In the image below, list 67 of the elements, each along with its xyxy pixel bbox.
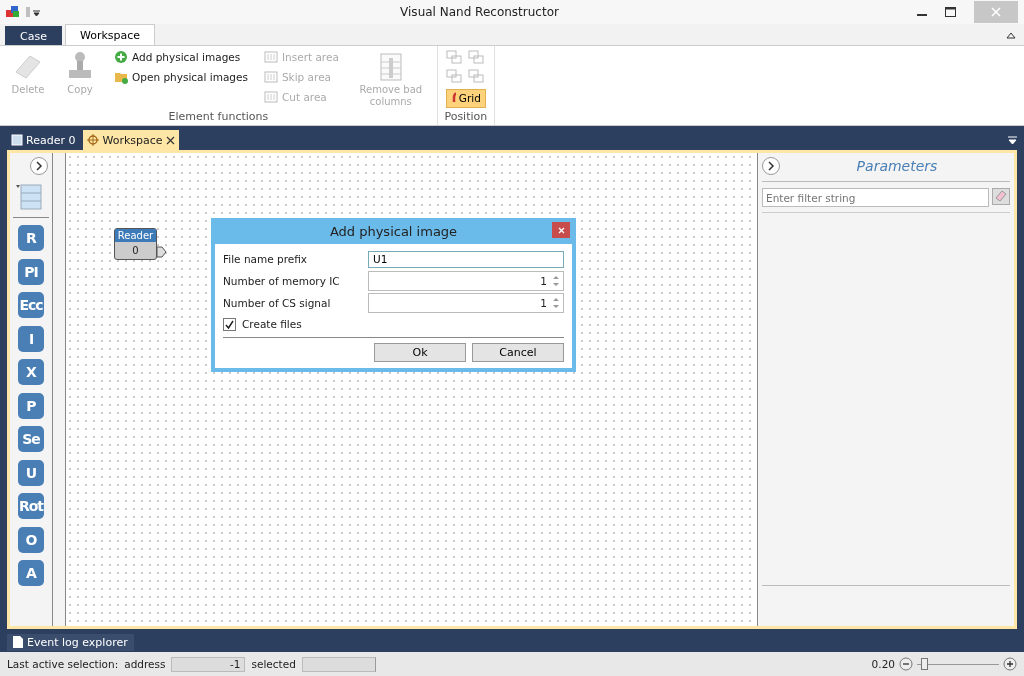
address-field: -1 [171, 656, 246, 672]
zoom-out-icon[interactable] [899, 657, 913, 671]
close-icon[interactable] [165, 135, 175, 145]
group-label: Position [443, 110, 489, 125]
folder-icon [114, 70, 128, 84]
quick-access-menu-icon[interactable] [26, 6, 42, 18]
window-title: Visual Nand Reconstructor [399, 5, 560, 19]
status-label: Last active selection: [7, 658, 119, 670]
element-button[interactable]: Rot [18, 493, 44, 519]
close-button[interactable] [552, 222, 570, 238]
eraser-icon [994, 189, 1008, 201]
collapse-ribbon-icon[interactable] [1006, 31, 1016, 39]
workspace-canvas[interactable]: Reader 0 Add physical image File name prefix U1 Number of memory IC 1 Number of CS signal 1 Create files Ok Cancel [65, 153, 757, 626]
list-view-icon[interactable] [13, 182, 49, 218]
number-field[interactable]: 1 [368, 293, 564, 313]
element-button[interactable]: I [18, 325, 44, 352]
ribbon-tab[interactable]: Case [5, 26, 62, 45]
filter-field[interactable]: Enter filter string [762, 188, 989, 207]
element-button[interactable]: R [18, 225, 44, 251]
expand-icon[interactable] [30, 157, 48, 175]
ribbon-button[interactable]: Add physical images [112, 48, 250, 66]
grid-toggle-button[interactable]: Grid [445, 88, 486, 108]
dialog-button[interactable]: Cancel [472, 343, 564, 362]
element-button[interactable]: P [18, 392, 44, 419]
document-tab[interactable]: Reader 0 [7, 130, 80, 150]
element-button[interactable]: A [18, 560, 44, 586]
bottom-tab[interactable]: Event log explorer [7, 633, 134, 651]
area-icon [263, 70, 278, 84]
element-button[interactable]: Se [18, 426, 44, 452]
group-label: Element functions [167, 110, 270, 125]
dialog-button[interactable]: Ok [374, 343, 466, 362]
element-button[interactable]: PI [18, 258, 44, 285]
text-field[interactable]: U1 [368, 250, 564, 268]
app-logo-icon [6, 6, 20, 18]
node-title: Reader [115, 229, 156, 242]
maximize-icon[interactable] [945, 7, 956, 17]
close-icon [991, 7, 1001, 17]
area-icon [263, 90, 278, 104]
reader-node[interactable]: Reader 0 [114, 228, 157, 260]
zoom-slider-thumb[interactable] [921, 657, 929, 670]
document-icon [11, 134, 23, 146]
field-label: Number of CS signal [223, 297, 332, 309]
ribbon-tab[interactable]: Workspace [64, 24, 156, 45]
element-button[interactable]: U [18, 459, 44, 486]
field-label: Number of memory IC [223, 275, 341, 287]
element-button[interactable]: O [18, 526, 44, 553]
ribbon-button[interactable]: Open physical images [112, 68, 250, 86]
dialog-title: Add physical image [329, 223, 458, 239]
panel-title: Parameters [855, 158, 939, 174]
status-label: selected [251, 658, 296, 670]
number-field[interactable]: 1 [368, 271, 564, 291]
checkbox[interactable] [223, 317, 236, 331]
zoom-value: 0.20 [871, 658, 895, 670]
zoom-in-icon[interactable] [1003, 657, 1017, 671]
expand-icon[interactable] [762, 157, 780, 175]
tab-list-icon[interactable] [1008, 136, 1017, 144]
document-icon [13, 636, 23, 648]
status-label: address [124, 658, 166, 670]
node-value: 0 [131, 244, 140, 258]
close-icon [557, 226, 565, 234]
element-button[interactable]: Ecc [18, 292, 44, 318]
plus-icon [114, 50, 128, 64]
element-button[interactable]: X [18, 359, 44, 385]
document-tab[interactable]: Workspace [83, 130, 179, 150]
area-icon [263, 50, 278, 64]
checkbox-label: Create files [242, 318, 302, 330]
field-label: File name prefix [223, 253, 309, 265]
